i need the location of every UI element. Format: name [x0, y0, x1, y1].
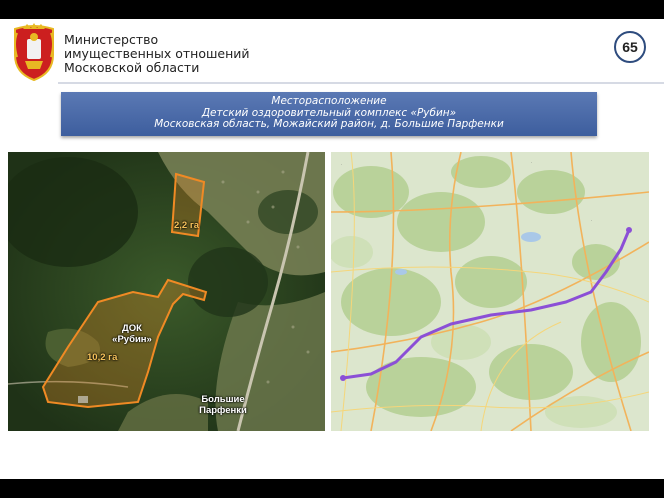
camp-name-label-line2: «Рубин» [112, 334, 152, 345]
banner-title: Месторасположение [271, 95, 387, 107]
camp-name-label-line1: ДОК [122, 323, 142, 334]
route-map-drawing: ∙ ∙ ∙ [331, 152, 649, 431]
svg-text:∙: ∙ [591, 218, 592, 223]
ministry-line-2: имущественных отношений [64, 46, 250, 61]
slide: Министерство имущественных отношений Мос… [0, 19, 664, 479]
ministry-line-1: Министерство [64, 32, 159, 47]
village-label-line2: Парфенки [199, 405, 247, 416]
large-plot-area-label: 10,2 га [87, 352, 118, 363]
svg-text:∙: ∙ [531, 160, 532, 165]
moscow-region-emblem-icon [14, 23, 54, 81]
page-number-badge: 65 [614, 31, 646, 63]
small-plot-area-label: 2,2 га [174, 220, 200, 231]
banner-address: Московская область, Можайский район, д. … [154, 118, 504, 130]
header-divider [58, 82, 664, 84]
location-banner: Месторасположение Детский оздоровительны… [61, 92, 597, 136]
satellite-drawing [8, 152, 325, 431]
svg-text:∙: ∙ [341, 162, 342, 167]
route-map: ∙ ∙ ∙ [331, 152, 649, 431]
ministry-name: Министерство имущественных отношений Мос… [64, 33, 304, 75]
ministry-line-3: Московской области [64, 60, 200, 75]
bottom-bar [0, 479, 664, 498]
satellite-image: 2,2 га ДОК «Рубин» 10,2 га Большие Парфе… [8, 152, 325, 431]
village-label-line1: Большие [201, 394, 245, 405]
